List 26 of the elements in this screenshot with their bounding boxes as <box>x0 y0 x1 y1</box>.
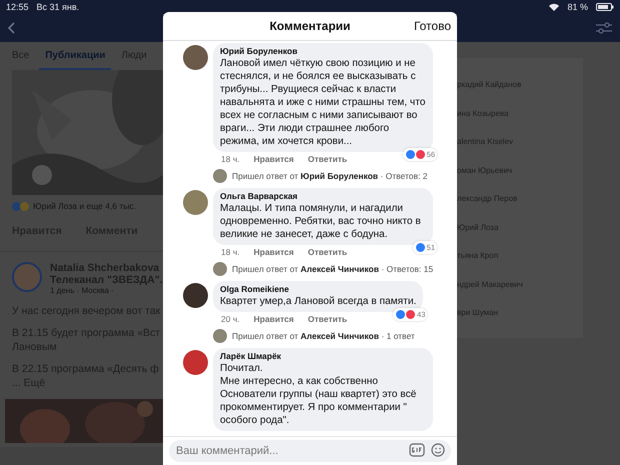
comment-input[interactable]: Ваш комментарий... <box>169 440 451 462</box>
comment-author[interactable]: Ольга Варварская <box>220 191 426 201</box>
status-date: Вс 31 янв. <box>36 2 80 12</box>
comment-time: 20 ч. <box>221 314 240 324</box>
like-link[interactable]: Нравится <box>254 247 294 257</box>
reply-link[interactable]: Ответить <box>308 154 348 164</box>
comment-author[interactable]: Olga Romeikiene <box>220 284 416 294</box>
comment-text: Малацы. И типа помянули, и нагадили одновременно. Ребятки, вас точно никто в великие не занесет, даже с бодуна. <box>220 202 422 241</box>
comment-text: Квартет умер,а Лановой всегда в памяти. <box>220 295 416 308</box>
comment-author[interactable]: Ларёк Шмарёк <box>220 351 426 361</box>
battery-percent: 81 % <box>567 2 588 12</box>
replies-link[interactable]: Пришел ответ от Алексей Чинчиков · 1 ответ <box>232 331 415 341</box>
comment-text: Лановой имел чёткую свою позицию и не стеснялся, и не боялся ее высказывать с трибуны... Рвущиеся сейчас к власти навальнята и иже с ними страшны тем, что всех не согласным с ними записывают во враги... Эти люди страшнее любого режима, им хочется крови... <box>220 57 426 148</box>
comment-author[interactable]: Юрий Боруленков <box>220 46 426 56</box>
reply-link[interactable]: Ответить <box>308 314 348 324</box>
replies-link[interactable]: Пришел ответ от Алексей Чинчиков · Ответов: 15 <box>232 264 434 274</box>
like-link[interactable]: Нравится <box>254 314 294 324</box>
replies-link[interactable]: Пришел ответ от Юрий Боруленков · Ответов: 2 <box>232 171 428 181</box>
status-time: 12:55 <box>6 2 29 12</box>
comment-time: 18 ч. <box>221 247 240 257</box>
comment-text: Почитал. Мне интересно, а как собственно Основатели группы (наш квартет) это всё прокомментирует. Я про комментарии " особого рода". <box>220 362 418 427</box>
reply-link[interactable]: Ответить <box>308 247 348 257</box>
comment-time: 18 ч. <box>221 154 240 164</box>
like-link[interactable]: Нравится <box>254 154 294 164</box>
modal-title: Комментарии <box>270 19 350 33</box>
done-button[interactable]: Готово <box>414 19 451 33</box>
